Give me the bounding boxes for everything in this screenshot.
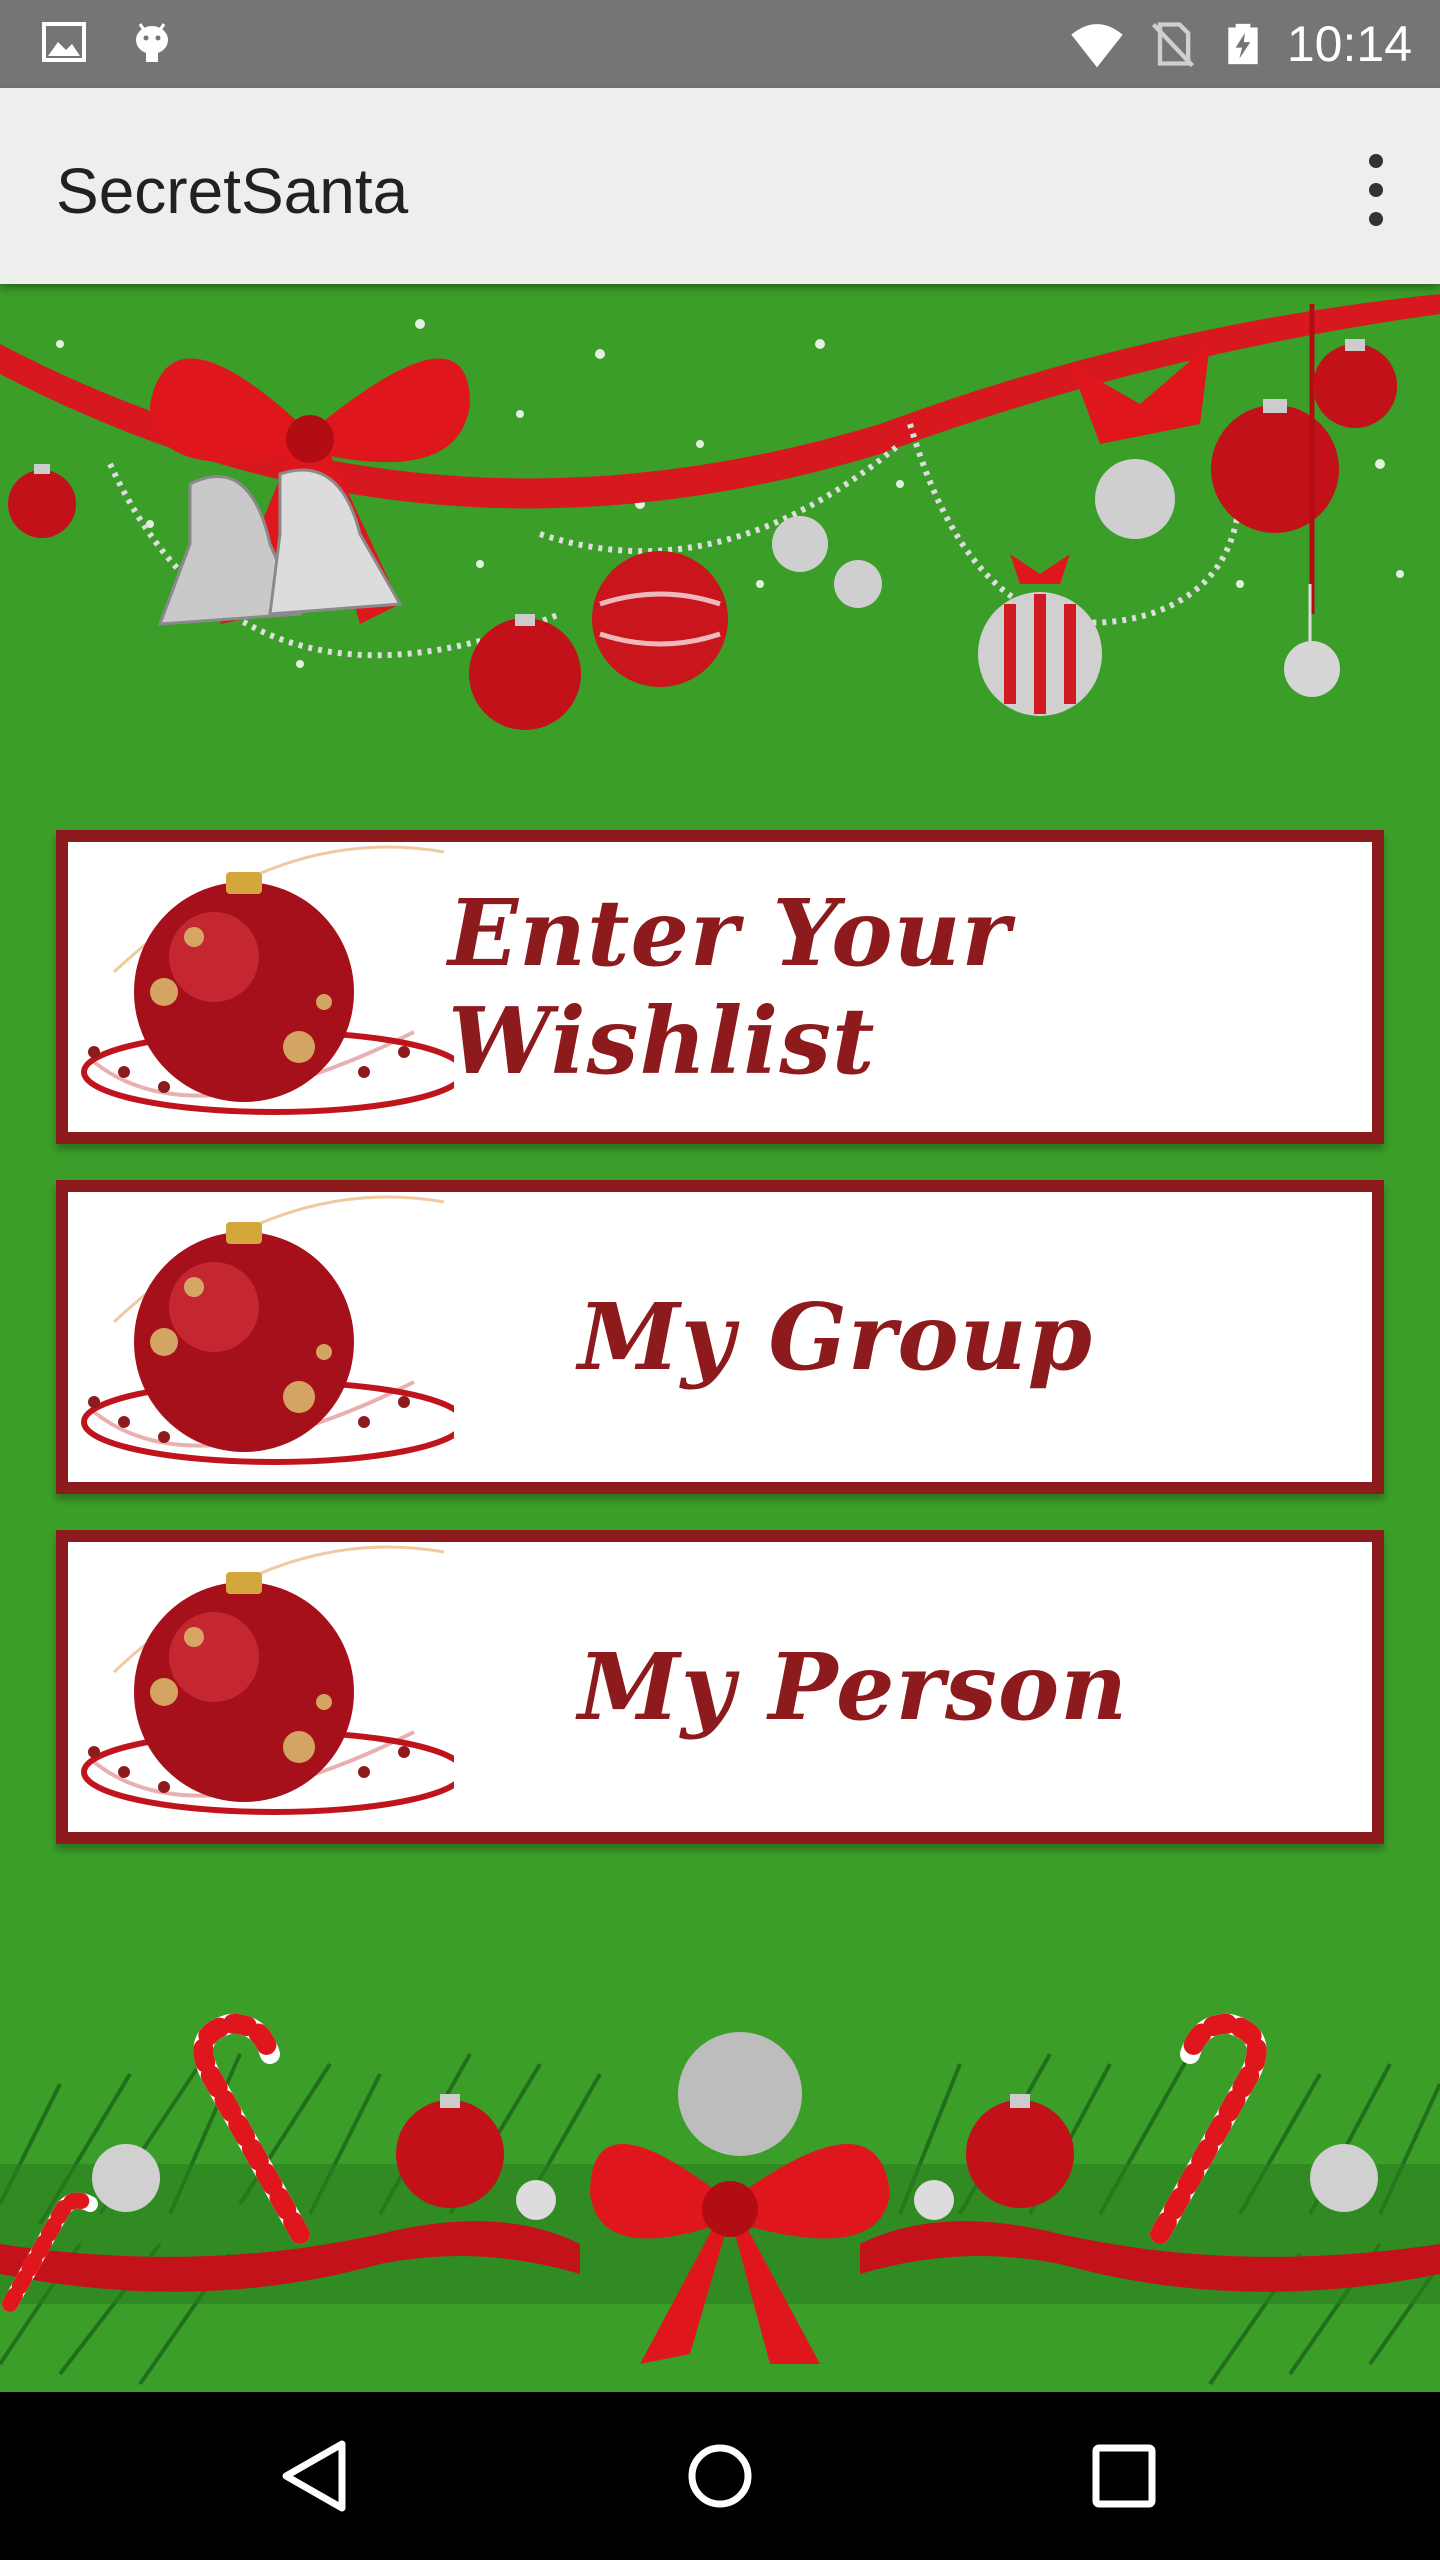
navigation-bar [0,2392,1440,2560]
christmas-garland-bottom [0,2013,1440,2386]
main-content: Enter Your Wishlist My Group My Person [0,284,1440,2392]
overflow-dot [1369,212,1383,226]
status-bar: 10:14 [0,0,1440,88]
no-sim-icon [1151,22,1194,68]
ornament-icon [81,1545,454,1815]
group-label: My Group [578,1283,1093,1391]
more-vert-icon[interactable] [1356,154,1396,226]
back-icon[interactable] [276,2436,356,2516]
app-title: SecretSanta [56,155,409,227]
overflow-dot [1369,154,1383,168]
home-icon[interactable] [680,2436,760,2516]
wishlist-label: Enter Your Wishlist [448,879,1011,1095]
clock: 10:14 [1286,16,1412,72]
enter-wishlist-button[interactable]: Enter Your Wishlist [56,830,1384,1144]
person-label: My Person [578,1633,1129,1741]
my-person-button[interactable]: My Person [56,1530,1384,1844]
app-bar: SecretSanta [0,88,1440,284]
battery-charging-icon [1228,23,1258,65]
my-group-button[interactable]: My Group [56,1180,1384,1494]
christmas-garland-top [0,294,1440,730]
android-icon [136,23,168,62]
ornament-icon [81,845,454,1115]
ornament-icon [81,1195,454,1465]
image-icon [42,22,86,62]
overflow-dot [1369,183,1383,197]
recents-icon[interactable] [1084,2436,1164,2516]
wifi-icon [1071,24,1123,68]
